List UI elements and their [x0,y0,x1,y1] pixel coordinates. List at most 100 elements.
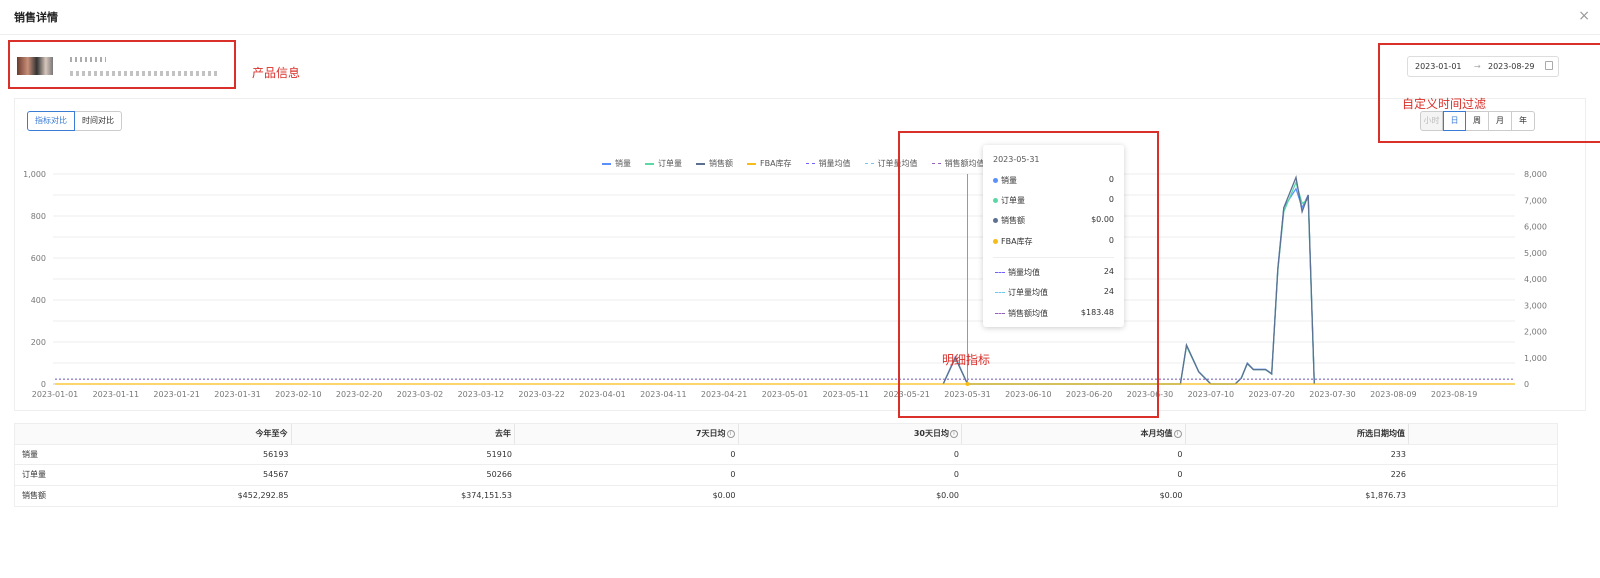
table-header-label: 7天日均 [695,429,726,439]
table-cell: $0.00 [515,486,739,507]
series-dot-icon [993,198,998,203]
annotation-detail-metrics: 明细指标 [942,353,991,367]
x-tick: 2023-06-30 [1127,390,1174,399]
x-tick: 2023-03-22 [518,390,565,399]
table-cell-value: 0 [1177,470,1183,480]
table-header-cell: 今年至今 [68,424,292,444]
table-cell: 51910 [292,445,516,465]
tooltip-label: 销量均值 [1008,268,1040,277]
table-header-label: 所选日期均值 [1357,429,1405,439]
table-cell: $374,151.53 [292,486,516,507]
x-tick: 2023-06-20 [1066,390,1113,399]
summary-table: 今年至今 去年 7天日均 i 30天日均 i 本月均值 i 所选日期均值 销量 56193 51910… [14,423,1558,507]
x-tick: 2023-05-11 [823,390,870,399]
y-right-tick: 6,000 [1524,223,1547,232]
sales-chart[interactable]: 0 200 400 600 800 1,000 0 1,000 2,000 3,000 4,000 5… [0,0,1600,420]
x-tick: 2023-03-12 [458,390,505,399]
table-header-cell: 所选日期均值 [1186,424,1409,444]
table-cell: 54567 [68,465,292,485]
table-cell-value: 销售额 [22,491,46,501]
table-header-label: 30天日均 [913,429,949,439]
table-cell: 233 [1186,445,1410,465]
table-cell-value: $452,292.85 [237,491,289,501]
series-dot-icon [993,218,998,223]
chart-tooltip: 2023-05-31 销量 0 订单量 0 销售额 $0.00 FBA库存 0 销量均值 24 订单… [983,145,1124,327]
table-cell: 销量 [15,445,68,465]
x-tick: 2023-01-11 [93,390,140,399]
x-tick: 2023-03-02 [397,390,444,399]
table-header-cell: 去年 [292,424,515,444]
y-right-tick: 0 [1524,380,1529,389]
table-cell-value: 0 [730,470,736,480]
table-row: 订单量 54567 50266 0 0 0 226 [15,465,1557,486]
table-cell: 销售额 [15,486,68,507]
y-right-tick: 5,000 [1524,249,1547,258]
table-cell: 0 [739,465,963,485]
table-cell-value: 56193 [263,449,289,459]
info-icon[interactable]: i [950,429,958,438]
x-tick: 2023-07-10 [1188,390,1235,399]
table-cell-value: 0 [1177,449,1183,459]
tooltip-label: 订单量均值 [1008,288,1048,297]
tooltip-value: 24 [1103,267,1114,276]
info-icon[interactable]: i [726,429,735,438]
table-cell-value: 0 [953,470,959,480]
table-cell-value: 销量 [22,449,38,459]
table-header-cell: 30天日均 i [739,424,962,444]
table-header-row: 今年至今 去年 7天日均 i 30天日均 i 本月均值 i 所选日期均值 [15,424,1557,445]
tooltip-date: 2023-05-31 [993,155,1040,164]
tooltip-row: 销量均值 24 [993,267,1114,279]
x-tick: 2023-08-19 [1431,390,1478,399]
table-cell: $1,876.73 [1186,486,1410,507]
tooltip-value: $183.48 [1080,308,1114,317]
table-header-cell [15,424,68,444]
tooltip-row: 销量 0 [993,175,1114,187]
y-left-tick: 800 [31,212,46,221]
table-header-cell: 7天日均 i [515,424,739,444]
table-cell-value: 0 [730,449,736,459]
table-cell: 0 [962,465,1186,485]
table-cell-value: 54567 [263,470,289,480]
table-cell: 订单量 [15,465,68,485]
table-header-cell: 本月均值 i [962,424,1186,444]
table-cell-value: $374,151.53 [461,491,512,501]
table-cell: 0 [739,445,963,465]
table-cell: 0 [515,465,739,485]
table-cell: 56193 [68,445,292,465]
table-cell-value: 51910 [486,449,512,459]
table-header-label: 去年 [495,429,511,439]
x-tick: 2023-05-01 [762,390,809,399]
x-tick: 2023-05-21 [883,390,930,399]
tooltip-row: 订单量 0 [993,195,1114,207]
table-cell-value: 233 [1390,449,1406,459]
y-right-tick: 4,000 [1524,275,1547,284]
info-icon[interactable]: i [1173,429,1182,438]
y-left-tick: 400 [31,296,46,305]
x-tick: 2023-05-31 [944,390,991,399]
tooltip-value: 24 [1103,287,1114,296]
table-cell: 0 [962,445,1186,465]
tooltip-value: $0.00 [1091,215,1114,224]
tooltip-row: 销售额 $0.00 [993,215,1114,227]
table-cell-value: $0.00 [1159,491,1183,501]
tooltip-label: 销量 [1001,176,1017,185]
y-left-tick: 600 [31,254,46,263]
table-cell: 0 [515,445,739,465]
table-cell: $0.00 [962,486,1186,507]
table-cell-value: 订单量 [22,470,46,480]
table-cell: 50266 [292,465,516,485]
x-tick: 2023-01-21 [153,390,200,399]
tooltip-row: 订单量均值 24 [993,287,1114,299]
x-tick: 2023-02-10 [275,390,322,399]
table-header-label: 本月均值 [1140,429,1173,439]
y-left-tick: 1,000 [23,170,46,179]
x-tick: 2023-04-01 [579,390,626,399]
tooltip-row: 销售额均值 $183.48 [993,308,1114,320]
series-dot-icon [993,178,998,183]
table-cell: $452,292.85 [68,486,292,507]
x-tick: 2023-07-30 [1309,390,1356,399]
table-cell: 226 [1186,465,1410,485]
tooltip-label: 销售额 [1001,216,1025,225]
x-tick: 2023-07-20 [1248,390,1295,399]
y-right-tick: 1,000 [1524,354,1547,363]
